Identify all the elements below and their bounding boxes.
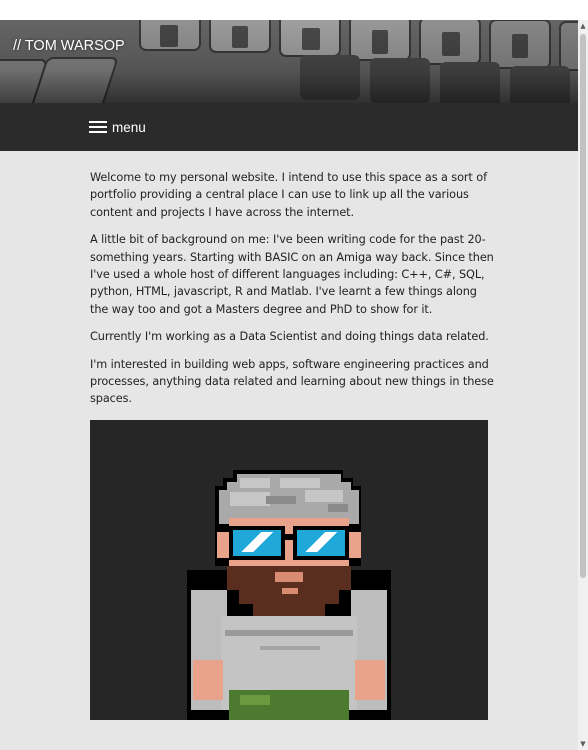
- header-banner: // TOM WARSOP: [0, 20, 588, 103]
- menu-toggle-button[interactable]: menu: [89, 120, 146, 135]
- scroll-down-arrow-icon[interactable]: ▼: [578, 738, 588, 750]
- page-viewport: // TOM WARSOP menu Welcome to my persona…: [0, 20, 588, 750]
- site-title[interactable]: // TOM WARSOP: [13, 38, 125, 54]
- background-paragraph: A little bit of background on me: I've b…: [90, 233, 494, 316]
- interests-paragraph: I'm interested in building web apps, sof…: [90, 357, 494, 406]
- hamburger-icon[interactable]: [89, 121, 107, 133]
- scroll-up-arrow-icon[interactable]: ▲: [578, 20, 588, 32]
- keyboard-banner-image: [0, 20, 588, 103]
- menu-label[interactable]: menu: [112, 120, 146, 135]
- vertical-scrollbar[interactable]: ▲ ▼: [578, 20, 588, 750]
- avatar-image: [90, 419, 488, 720]
- main-content: Welcome to my personal website. I intend…: [0, 151, 498, 720]
- scrollbar-thumb[interactable]: [580, 34, 586, 578]
- window-top-strip: [0, 0, 588, 20]
- navbar: menu: [0, 103, 588, 151]
- current-role-paragraph: Currently I'm working as a Data Scientis…: [90, 330, 489, 344]
- intro-paragraph: Welcome to my personal website. I intend…: [90, 171, 487, 219]
- pixel-art-avatar-icon: [187, 469, 391, 720]
